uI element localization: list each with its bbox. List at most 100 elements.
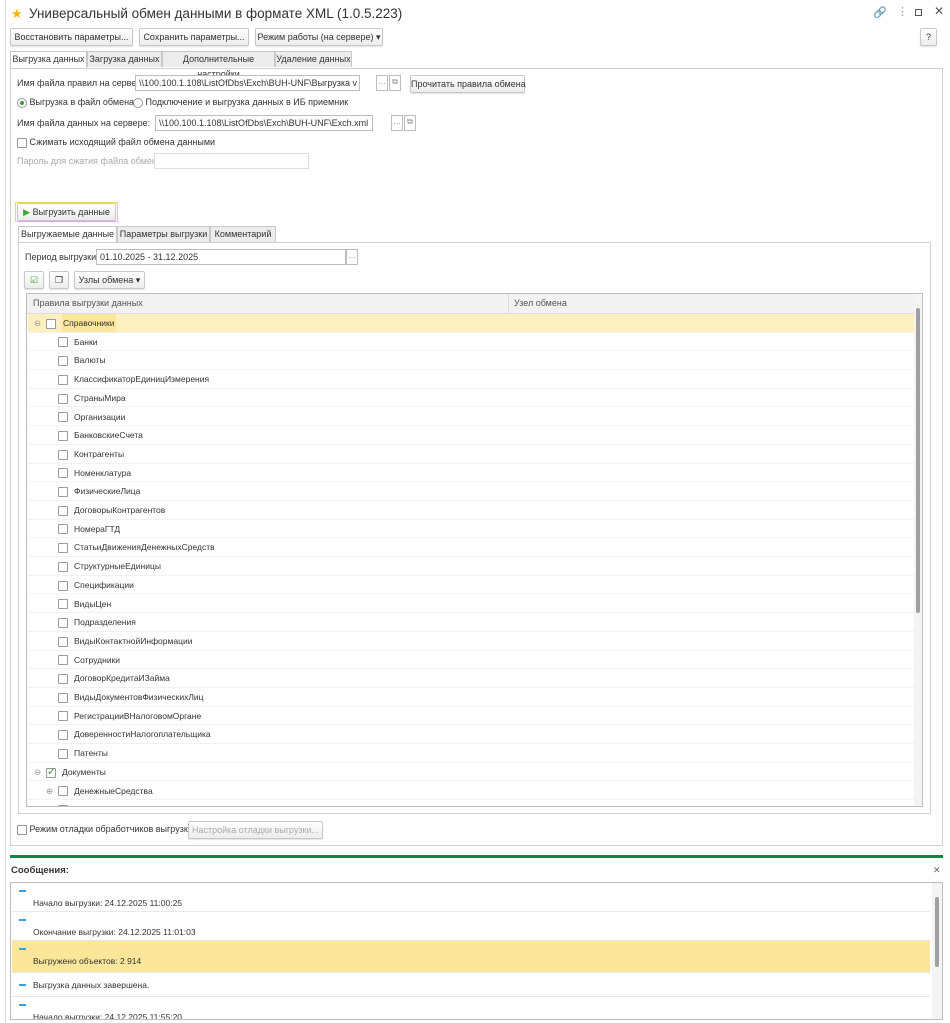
message-item[interactable]: Выгружено объектов: 2 914	[12, 941, 930, 973]
rules-open-icon[interactable]: ⧉	[389, 75, 401, 91]
run-export-button[interactable]: ▶ Выгрузить данные	[17, 203, 116, 221]
help-button[interactable]: ?	[920, 28, 937, 46]
row-checkbox[interactable]	[58, 576, 68, 594]
tree-item[interactable]: РегистрацииВНалоговомОргане	[28, 707, 914, 726]
more-icon[interactable]: ⋮	[897, 5, 908, 18]
tree-item[interactable]: СтатьиДвиженияДенежныхСредств	[28, 538, 914, 558]
row-checkbox[interactable]	[58, 445, 68, 463]
tree-item[interactable]: ВидыКонтактнойИнформации	[28, 632, 914, 651]
tree-item[interactable]: СтраныМира	[28, 389, 914, 408]
row-checkbox[interactable]	[58, 782, 68, 800]
expand-icon[interactable]: ⊕	[46, 800, 53, 806]
tree-item[interactable]: Спецификации	[28, 576, 914, 595]
tree-scrollbar[interactable]	[914, 294, 922, 806]
tree-item[interactable]: БанковскиеСчета	[28, 426, 914, 445]
collapse-icon[interactable]: ⊖	[34, 314, 41, 332]
tree-item[interactable]: ВидыДокументовФизическихЛиц	[28, 688, 914, 707]
restore-params-button[interactable]: Восстановить параметры...	[10, 28, 133, 46]
row-checkbox[interactable]	[58, 651, 68, 669]
message-item[interactable]: Выгрузка данных завершена.	[12, 973, 930, 997]
read-rules-button[interactable]: Прочитать правила обмена	[410, 75, 526, 93]
rules-browse-button[interactable]: …	[376, 75, 388, 91]
tree-item[interactable]: ДоговорКредитаИЗайма	[28, 669, 914, 688]
row-checkbox[interactable]	[58, 351, 68, 369]
messages-close-icon[interactable]: ✕	[933, 865, 941, 876]
row-checkbox[interactable]	[58, 613, 68, 631]
col-rules-header[interactable]: Правила выгрузки данных	[33, 298, 143, 308]
tree-item[interactable]: Подразделения	[28, 613, 914, 632]
subtab-data[interactable]: Выгружаемые данные	[18, 226, 117, 243]
subtab-params[interactable]: Параметры выгрузки	[117, 226, 210, 242]
data-file-input[interactable]: \\100.100.1.108\ListOfDbs\Exch\BUH-UNF\E…	[155, 115, 373, 131]
tree-item[interactable]: СтруктурныеЕдиницы	[28, 557, 914, 576]
row-checkbox[interactable]	[58, 464, 68, 482]
data-browse-button[interactable]: …	[391, 115, 403, 131]
tree-group-documents[interactable]: ⊖ ✓ Документы	[28, 763, 914, 782]
expand-icon[interactable]: ⊕	[46, 782, 53, 800]
maximize-icon[interactable]	[915, 9, 922, 16]
tab-additional[interactable]: Дополнительные настройки	[162, 51, 275, 79]
row-checkbox[interactable]	[58, 426, 68, 444]
tree-item[interactable]: ДоверенностиНалогоплательщика	[28, 725, 914, 745]
subtab-comment[interactable]: Комментарий	[210, 226, 276, 242]
col-node-header[interactable]: Узел обмена	[514, 298, 567, 308]
row-checkbox[interactable]	[58, 744, 68, 762]
row-checkbox[interactable]	[58, 389, 68, 407]
tree-item[interactable]: КлассификаторЕдиницИзмерения	[28, 370, 914, 389]
tree-item[interactable]: Контрагенты	[28, 445, 914, 464]
rules-file-input[interactable]: \\100.100.1.108\ListOfDbs\Exch\BUH-UNF\В…	[135, 75, 360, 91]
collapse-icon[interactable]: ⊖	[34, 763, 41, 781]
data-open-icon[interactable]: ⧉	[404, 115, 416, 131]
mode-dropdown[interactable]: Режим работы (на сервере) ▾	[255, 28, 383, 46]
tree-item[interactable]: Номенклатура	[28, 464, 914, 483]
scrollbar-thumb[interactable]	[916, 308, 920, 613]
uncheck-all-button[interactable]: ❐	[49, 271, 69, 289]
row-checkbox[interactable]	[58, 501, 68, 519]
message-item[interactable]: Начало выгрузки: 24.12.2025 11:55:20	[12, 997, 930, 1019]
row-checkbox[interactable]	[58, 557, 68, 575]
check-all-button[interactable]: ☑	[24, 271, 44, 289]
save-params-button[interactable]: Сохранить параметры...	[139, 28, 249, 46]
favorite-star-icon[interactable]: ★	[11, 6, 23, 22]
password-input[interactable]	[154, 153, 309, 169]
scrollbar-thumb[interactable]	[935, 897, 939, 967]
row-checkbox[interactable]	[58, 800, 68, 806]
tree-item[interactable]: Валюты	[28, 351, 914, 371]
row-checkbox[interactable]	[58, 707, 68, 725]
tree-item[interactable]: Организации	[28, 408, 914, 427]
tree-item[interactable]: ДоговорыКонтрагентов	[28, 501, 914, 520]
period-input[interactable]: 01.10.2025 - 31.12.2025	[96, 249, 346, 265]
compress-checkbox[interactable]: Сжимать исходящий файл обмена данными	[17, 136, 215, 148]
row-checkbox[interactable]	[58, 632, 68, 650]
row-checkbox[interactable]	[58, 538, 68, 556]
tree-item[interactable]: ⊕ НДС иТовары	[28, 800, 914, 806]
radio-export-file[interactable]: Выгрузка в файл обмена	[17, 96, 134, 108]
row-checkbox[interactable]	[58, 370, 68, 388]
row-checkbox[interactable]	[58, 688, 68, 706]
radio-export-ib[interactable]: Подключение и выгрузка данных в ИБ прием…	[133, 96, 348, 108]
row-checkbox[interactable]	[58, 333, 68, 351]
row-checkbox[interactable]	[58, 482, 68, 500]
tree-item[interactable]: Банки	[28, 333, 914, 352]
exchange-nodes-dropdown[interactable]: Узлы обмена ▾	[74, 271, 145, 289]
message-item[interactable]: Начало выгрузки: 24.12.2025 11:00:25	[12, 883, 930, 912]
tab-import[interactable]: Загрузка данных	[87, 51, 162, 67]
close-icon[interactable]: ✕	[934, 4, 944, 18]
period-select-button[interactable]: …	[346, 249, 358, 265]
tree-item[interactable]: ФизическиеЛица	[28, 482, 914, 501]
tree-item[interactable]: ⊕ ДенежныеСредства	[28, 782, 914, 801]
tree-group-catalogs[interactable]: ⊖ Справочники	[28, 314, 914, 333]
row-checkbox[interactable]	[58, 595, 68, 613]
row-checkbox[interactable]	[58, 408, 68, 426]
message-item[interactable]: Окончание выгрузки: 24.12.2025 11:01:03	[12, 912, 930, 941]
row-checkbox[interactable]	[58, 669, 68, 687]
row-checkbox[interactable]	[46, 314, 56, 332]
row-checkbox[interactable]	[58, 725, 68, 743]
tree-item[interactable]: НомераГТД	[28, 520, 914, 539]
tree-item[interactable]: Патенты	[28, 744, 914, 763]
row-checkbox[interactable]	[58, 520, 68, 538]
tree-item[interactable]: Сотрудники	[28, 651, 914, 670]
link-icon[interactable]: 🔗	[873, 6, 887, 19]
row-checkbox[interactable]: ✓	[46, 763, 56, 781]
messages-scrollbar[interactable]	[932, 883, 942, 1019]
